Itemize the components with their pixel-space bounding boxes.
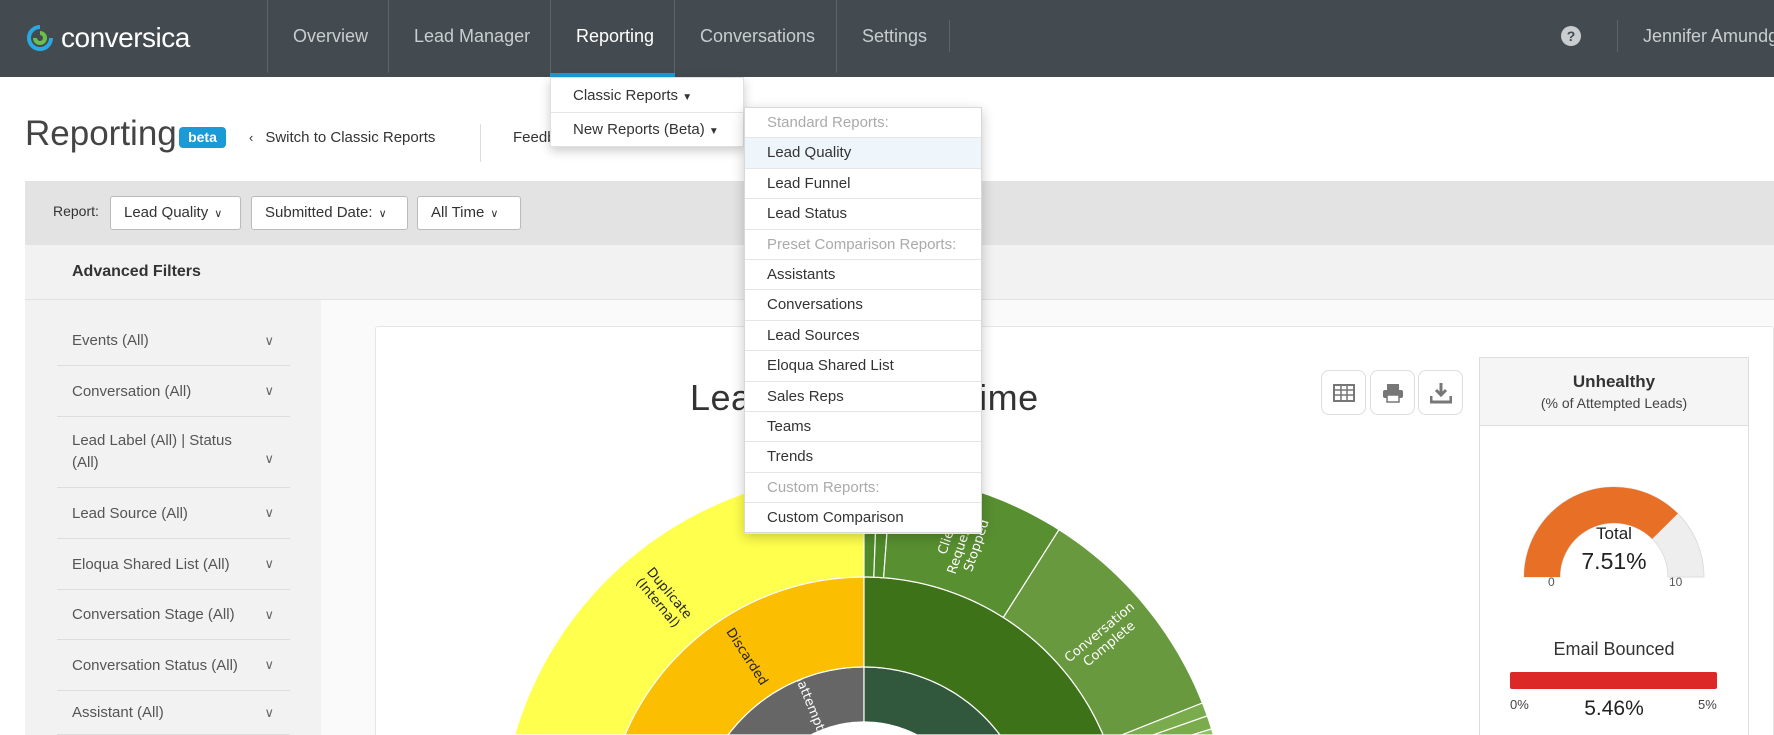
email-bounced-value: 5.46% — [1584, 697, 1644, 720]
filter-lead-label-status[interactable]: Lead Label (All) | Status (All) ∨ — [57, 417, 290, 488]
date-range-select[interactable]: All Time ∨ — [417, 196, 521, 230]
gauge-value: 7.51% — [1581, 548, 1647, 574]
chevron-down-icon: ∨ — [264, 383, 274, 398]
chevron-down-icon: ∨ — [264, 556, 274, 571]
nav-lead-manager[interactable]: Lead Manager — [388, 0, 555, 73]
filter-assistant[interactable]: Assistant (All) ∨ — [57, 691, 290, 735]
submenu-item-teams[interactable]: Teams — [745, 412, 981, 443]
submenu-item-sales-reps[interactable]: Sales Reps — [745, 382, 981, 412]
nav-conversations[interactable]: Conversations — [674, 0, 840, 73]
download-icon — [1429, 382, 1452, 403]
submenu-section-header: Standard Reports: — [745, 108, 981, 139]
gauge-max: 10 — [1669, 575, 1683, 589]
filter-label: Assistant (All) — [72, 704, 164, 721]
email-bounced-max: 5% — [1698, 697, 1717, 712]
submenu-item-trends[interactable]: Trends — [745, 442, 981, 473]
gauge-min: 0 — [1548, 575, 1555, 589]
user-menu[interactable]: Jennifer Amundg — [1643, 0, 1774, 72]
report-select-value: Lead Quality — [124, 204, 209, 221]
chevron-down-icon: ∨ — [264, 451, 274, 466]
menu-label: New Reports (Beta) — [573, 121, 705, 138]
submenu-section-header: Custom Reports: — [745, 473, 981, 504]
filter-label: Events (All) — [72, 332, 149, 349]
filter-label: Conversation Status (All) — [72, 656, 238, 674]
chevron-down-icon: ∨ — [264, 704, 274, 720]
gauge-label: Total — [1596, 524, 1632, 543]
reporting-dropdown: Classic Reports ▼ New Reports (Beta) ▼ — [550, 77, 744, 147]
header-divider — [480, 124, 481, 162]
page-title: Reporting — [25, 114, 177, 153]
caret-down-icon: ▼ — [708, 126, 719, 137]
submenu-item-lead-sources[interactable]: Lead Sources — [745, 321, 981, 352]
switch-link-label: Switch to Classic Reports — [265, 129, 436, 146]
switch-to-classic-link[interactable]: ‹ Switch to Classic Reports — [249, 129, 435, 146]
print-button[interactable] — [1370, 370, 1415, 415]
menu-new-reports[interactable]: New Reports (Beta) ▼ — [551, 113, 743, 148]
chevron-down-icon: ∨ — [378, 208, 387, 220]
table-icon — [1332, 383, 1355, 402]
chevron-left-icon: ‹ — [249, 130, 254, 145]
submenu-item-lead-status[interactable]: Lead Status — [745, 199, 981, 230]
filter-conversation-stage[interactable]: Conversation Stage (All) ∨ — [57, 590, 290, 640]
date-field-select[interactable]: Submitted Date: ∨ — [251, 196, 408, 230]
download-button[interactable] — [1418, 370, 1463, 415]
filter-label: Conversation Stage (All) — [72, 606, 235, 623]
filter-conversation[interactable]: Conversation (All) ∨ — [57, 366, 290, 417]
beta-badge: beta — [179, 127, 226, 148]
chevron-down-icon: ∨ — [264, 657, 274, 672]
filter-label: Lead Source (All) — [72, 504, 188, 522]
menu-classic-reports[interactable]: Classic Reports ▼ — [551, 78, 743, 113]
submenu-item-conversations[interactable]: Conversations — [745, 290, 981, 321]
nav-divider — [949, 20, 950, 52]
health-panel-subtitle: (% of Attempted Leads) — [1540, 395, 1688, 411]
email-bounced-label: Email Bounced — [1553, 639, 1675, 659]
brand-name: conversica — [61, 22, 190, 53]
print-icon — [1382, 383, 1403, 403]
caret-down-icon: ▼ — [682, 92, 693, 103]
help-icon[interactable]: ? — [1561, 26, 1581, 46]
health-panel-header: Unhealthy (% of Attempted Leads) — [1480, 358, 1748, 426]
filter-label: Conversation (All) — [72, 382, 192, 400]
date-field-value: Submitted Date: — [265, 204, 373, 221]
submenu-section-header: Preset Comparison Reports: — [745, 230, 981, 260]
new-reports-submenu: Standard Reports: Lead Quality Lead Funnel… — [744, 107, 982, 534]
filter-label: Lead Label (All) | Status (All) — [72, 432, 232, 471]
chevron-down-icon: ∨ — [264, 505, 274, 520]
conversica-logo[interactable]: conversica — [25, 20, 190, 56]
chevron-down-icon: ∨ — [490, 208, 499, 220]
submenu-item-custom-comparison[interactable]: Custom Comparison — [745, 503, 981, 534]
table-view-button[interactable] — [1321, 370, 1366, 415]
nav-settings[interactable]: Settings — [836, 0, 952, 73]
email-bounced-bar — [1510, 672, 1717, 689]
report-label: Report: — [53, 203, 99, 219]
date-range-value: All Time — [431, 204, 485, 221]
nav-reporting[interactable]: Reporting — [550, 0, 679, 73]
advanced-filters-title: Advanced Filters — [72, 263, 201, 280]
nav-divider — [1617, 20, 1618, 52]
submenu-item-lead-funnel[interactable]: Lead Funnel — [745, 169, 981, 200]
chevron-down-icon: ∨ — [214, 208, 223, 220]
report-select[interactable]: Lead Quality ∨ — [110, 196, 241, 230]
chevron-down-icon: ∨ — [264, 332, 274, 348]
submenu-item-lead-quality[interactable]: Lead Quality — [745, 138, 981, 169]
filter-label: Eloqua Shared List (All) — [72, 555, 230, 573]
chevron-down-icon: ∨ — [264, 606, 274, 622]
filter-events[interactable]: Events (All) ∨ — [57, 316, 290, 366]
email-bounced-min: 0% — [1510, 697, 1529, 712]
filter-eloqua-shared-list[interactable]: Eloqua Shared List (All) ∨ — [57, 539, 290, 590]
menu-label: Classic Reports — [573, 87, 679, 104]
submenu-item-assistants[interactable]: Assistants — [745, 260, 981, 291]
submenu-item-eloqua-shared-list[interactable]: Eloqua Shared List — [745, 351, 981, 382]
logo-icon — [27, 25, 53, 51]
health-panel-title: Unhealthy — [1572, 372, 1656, 391]
filter-conversation-status[interactable]: Conversation Status (All) ∨ — [57, 640, 290, 691]
nav-overview[interactable]: Overview — [267, 0, 393, 73]
filter-lead-source[interactable]: Lead Source (All) ∨ — [57, 488, 290, 539]
